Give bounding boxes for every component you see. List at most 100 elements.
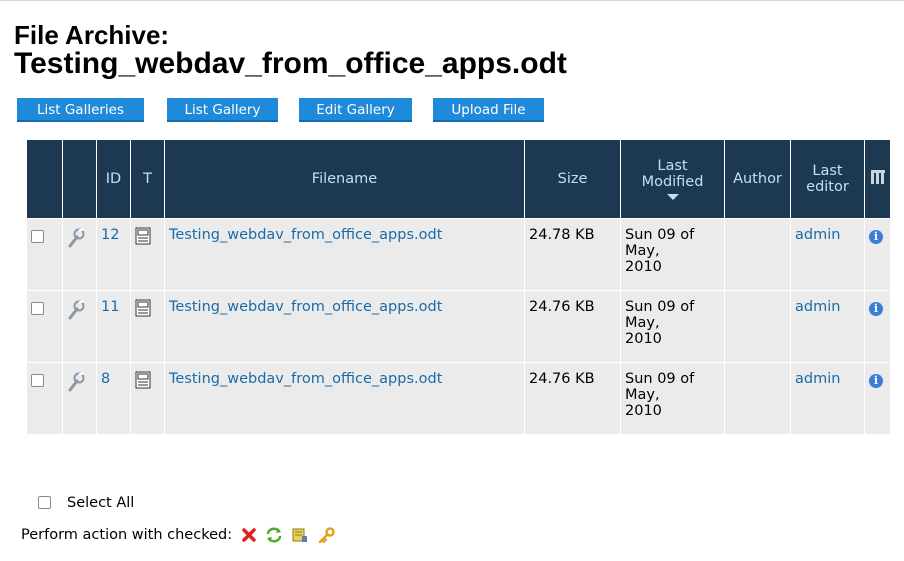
row-filename-cell: Testing_webdav_from_office_apps.odt xyxy=(164,362,525,435)
row-filename-link[interactable]: Testing_webdav_from_office_apps.odt xyxy=(169,299,442,315)
perform-action-bar: Perform action with checked: xyxy=(21,527,335,543)
row-editor-link[interactable]: admin xyxy=(795,227,840,243)
header-last-modified-label-1: Last xyxy=(657,158,688,174)
row-date-cell: Sun 09 of May, 2010 xyxy=(620,362,725,435)
header-columns[interactable] xyxy=(864,139,891,219)
row-date-line3: 2010 xyxy=(625,403,662,419)
row-editor-cell: admin xyxy=(790,362,865,435)
info-icon[interactable]: i xyxy=(869,374,883,388)
row-date-line1: Sun 09 of xyxy=(625,371,695,387)
row-size: 24.78 KB xyxy=(529,227,595,243)
upload-file-button[interactable]: Upload File xyxy=(433,98,544,122)
row-checkbox-cell xyxy=(26,362,63,435)
table-row: 8 Testing_webdav_from_office_apps.odt 24… xyxy=(26,362,891,435)
move-icon[interactable] xyxy=(265,527,283,543)
row-checkbox-cell xyxy=(26,290,63,363)
row-date-line3: 2010 xyxy=(625,259,662,275)
row-size-cell: 24.76 KB xyxy=(524,362,621,435)
page-title: File Archive: Testing_webdav_from_office… xyxy=(14,22,567,80)
table-row: 12 Testing_webdav_from_office_apps.odt 2… xyxy=(26,218,891,291)
row-date-cell: Sun 09 of May, 2010 xyxy=(620,218,725,291)
row-actions-cell xyxy=(62,290,97,363)
row-size-cell: 24.76 KB xyxy=(524,290,621,363)
row-author-cell xyxy=(724,218,791,291)
select-all-label[interactable]: Select All xyxy=(67,495,134,511)
header-size[interactable]: Size xyxy=(524,139,621,219)
select-all-checkbox[interactable] xyxy=(38,496,51,509)
wrench-icon[interactable] xyxy=(67,228,85,248)
header-checkbox-col xyxy=(26,139,63,219)
list-galleries-button[interactable]: List Galleries xyxy=(17,98,144,122)
row-id[interactable]: 11 xyxy=(101,299,119,315)
row-size-cell: 24.78 KB xyxy=(524,218,621,291)
row-type-cell xyxy=(130,218,165,291)
row-filename-cell: Testing_webdav_from_office_apps.odt xyxy=(164,218,525,291)
document-icon xyxy=(135,371,151,389)
files-table: ID T Filename Size Last Modified Author … xyxy=(26,139,891,435)
row-type-cell xyxy=(130,290,165,363)
row-id[interactable]: 8 xyxy=(101,371,110,387)
row-info-cell: i xyxy=(864,290,891,363)
row-checkbox[interactable] xyxy=(31,374,44,387)
header-type[interactable]: T xyxy=(130,139,165,219)
row-date-line2: May, xyxy=(625,387,660,403)
header-id[interactable]: ID xyxy=(96,139,131,219)
header-id-label: ID xyxy=(105,171,122,187)
row-filename-cell: Testing_webdav_from_office_apps.odt xyxy=(164,290,525,363)
sort-descending-icon xyxy=(666,194,679,200)
document-icon xyxy=(135,299,151,317)
wrench-icon[interactable] xyxy=(67,300,85,320)
edit-gallery-button[interactable]: Edit Gallery xyxy=(299,98,412,122)
row-checkbox[interactable] xyxy=(31,302,44,315)
columns-icon[interactable] xyxy=(870,169,885,185)
info-icon[interactable]: i xyxy=(869,302,883,316)
row-actions-cell xyxy=(62,218,97,291)
row-date-line2: May, xyxy=(625,243,660,259)
row-editor-cell: admin xyxy=(790,218,865,291)
row-id[interactable]: 12 xyxy=(101,227,119,243)
row-id-cell: 12 xyxy=(96,218,131,291)
row-date-cell: Sun 09 of May, 2010 xyxy=(620,290,725,363)
row-size: 24.76 KB xyxy=(529,299,595,315)
permissions-key-icon[interactable] xyxy=(317,527,335,543)
select-all-control[interactable]: Select All xyxy=(38,493,134,511)
row-type-cell xyxy=(130,362,165,435)
row-author-cell xyxy=(724,290,791,363)
row-info-cell: i xyxy=(864,362,891,435)
header-last-editor-label-2: editor xyxy=(806,179,849,195)
row-id-cell: 11 xyxy=(96,290,131,363)
top-divider xyxy=(0,0,904,1)
table-row: 11 Testing_webdav_from_office_apps.odt 2… xyxy=(26,290,891,363)
row-checkbox-cell xyxy=(26,218,63,291)
row-filename-link[interactable]: Testing_webdav_from_office_apps.odt xyxy=(169,371,442,387)
list-gallery-button[interactable]: List Gallery xyxy=(167,98,278,122)
row-editor-cell: admin xyxy=(790,290,865,363)
header-author-label: Author xyxy=(733,171,782,187)
document-icon xyxy=(135,227,151,245)
header-filename[interactable]: Filename xyxy=(164,139,525,219)
row-date-line2: May, xyxy=(625,315,660,331)
header-last-modified[interactable]: Last Modified xyxy=(620,139,725,219)
header-actions-col xyxy=(62,139,97,219)
row-editor-link[interactable]: admin xyxy=(795,299,840,315)
row-author-cell xyxy=(724,362,791,435)
header-author[interactable]: Author xyxy=(724,139,791,219)
row-filename-link[interactable]: Testing_webdav_from_office_apps.odt xyxy=(169,227,442,243)
header-size-label: Size xyxy=(557,171,588,187)
assign-icon[interactable] xyxy=(292,527,308,543)
row-editor-link[interactable]: admin xyxy=(795,371,840,387)
row-date-line1: Sun 09 of xyxy=(625,299,695,315)
info-icon[interactable]: i xyxy=(869,230,883,244)
wrench-icon[interactable] xyxy=(67,372,85,392)
header-last-modified-label-2: Modified xyxy=(641,174,704,190)
header-last-editor[interactable]: Last editor xyxy=(790,139,865,219)
row-info-cell: i xyxy=(864,218,891,291)
table-header-row: ID T Filename Size Last Modified Author … xyxy=(26,139,891,219)
header-filename-label: Filename xyxy=(311,171,378,187)
row-size: 24.76 KB xyxy=(529,371,595,387)
delete-icon[interactable] xyxy=(241,527,257,543)
row-date-line3: 2010 xyxy=(625,331,662,347)
row-actions-cell xyxy=(62,362,97,435)
row-checkbox[interactable] xyxy=(31,230,44,243)
row-date-line1: Sun 09 of xyxy=(625,227,695,243)
